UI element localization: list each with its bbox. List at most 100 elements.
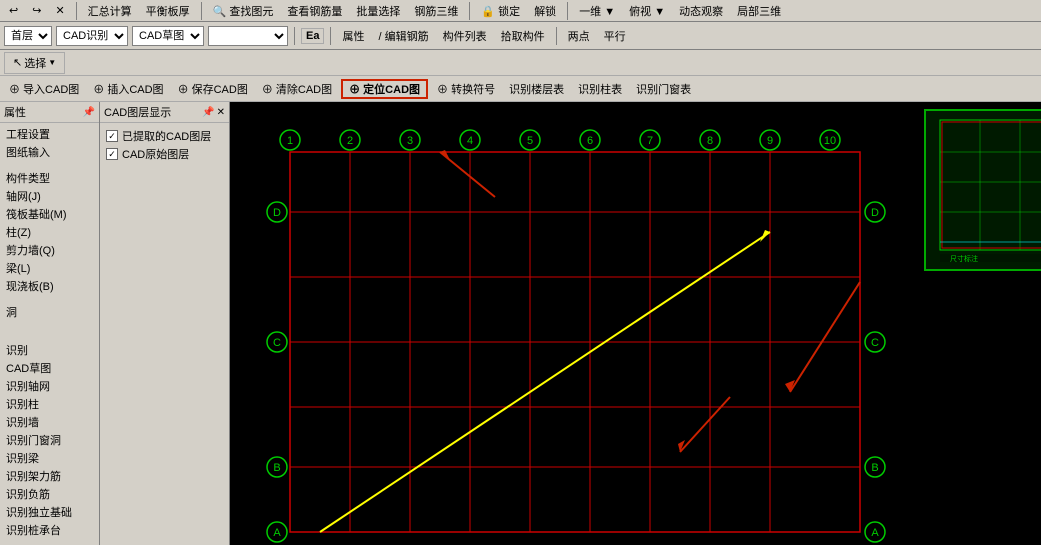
component-list-btn[interactable]: 构件列表 — [438, 26, 492, 46]
svg-text:B: B — [273, 462, 280, 474]
select-dropdown-icon: ▼ — [48, 58, 56, 67]
svg-text:尺寸标注: 尺寸标注 — [950, 254, 978, 263]
svg-text:10: 10 — [824, 135, 836, 147]
cad-sketch-item[interactable]: CAD草图 — [2, 359, 97, 377]
local-3d-btn[interactable]: 局部三维 — [732, 1, 786, 21]
cad-extracted-checkbox[interactable] — [106, 130, 118, 142]
svg-text:3: 3 — [407, 135, 413, 147]
top-toolbar: ↩ ↪ ✕ 汇总计算 平衡板厚 🔍 查找图元 查看钢筋量 批量选择 钢筋三维 🔒… — [0, 0, 1041, 22]
cad-original-layer[interactable]: CAD原始图层 — [104, 145, 225, 163]
two-point-btn[interactable]: 两点 — [563, 26, 595, 46]
svg-text:C: C — [871, 337, 879, 349]
shear-wall-item[interactable]: 剪力墙(Q) — [2, 241, 97, 259]
balance-btn[interactable]: 平衡板厚 — [141, 1, 195, 21]
svg-text:B: B — [871, 462, 878, 474]
identify-wall-item[interactable]: 识别墙 — [2, 413, 97, 431]
rebar-3d-btn[interactable]: 钢筋三维 — [409, 1, 463, 21]
svg-text:2: 2 — [347, 135, 353, 147]
parallel-btn[interactable]: 平行 — [599, 26, 631, 46]
pick-component-btn[interactable]: 拾取构件 — [496, 26, 550, 46]
left-panel-pin[interactable]: 📌 — [83, 107, 95, 118]
left-panel-header: 属性 📌 — [0, 102, 99, 123]
ea-label: Ea — [301, 28, 324, 44]
close-btn[interactable]: ✕ — [50, 2, 69, 19]
column-item[interactable]: 柱(Z) — [2, 223, 97, 241]
cad-extracted-layer[interactable]: 已提取的CAD图层 — [104, 127, 225, 145]
find-element-btn[interactable]: 🔍 查找图元 — [208, 1, 279, 21]
unlock-btn[interactable]: 解锁 — [529, 1, 561, 21]
batch-select-btn[interactable]: 批量选择 — [351, 1, 405, 21]
identify-neg-rebar-item[interactable]: 识别负筋 — [2, 485, 97, 503]
separator-7 — [556, 27, 557, 45]
main-area: 属性 📌 工程设置 图纸输入 构件类型 轴网(J) 筏板基础(M) 柱(Z) 剪… — [0, 102, 1041, 545]
view-rebar-btn[interactable]: 查看钢筋量 — [282, 1, 347, 21]
cad-layer-title: CAD图层显示 — [104, 104, 171, 120]
select-label: 选择 — [24, 55, 46, 71]
cad-layer-close[interactable]: ✕ — [217, 107, 225, 118]
redo-btn[interactable]: ↪ — [27, 2, 46, 19]
attribute-btn[interactable]: 属性 — [337, 26, 369, 46]
cad-layer-items: 已提取的CAD图层 CAD原始图层 — [100, 123, 229, 545]
view-top-btn[interactable]: 俯视 ▼ — [624, 1, 670, 21]
locate-cad-btn[interactable]: ⊕ 定位CAD图 — [341, 79, 428, 99]
svg-text:7: 7 — [647, 135, 653, 147]
svg-text:D: D — [273, 207, 281, 219]
component-type-item[interactable]: 构件类型 — [2, 169, 97, 187]
insert-cad-btn[interactable]: ⊕ 插入CAD图 — [88, 79, 168, 99]
canvas-area[interactable]: D D C C B B A A 1 — [230, 102, 1041, 545]
cad-layer-pin[interactable]: 📌 — [202, 107, 214, 118]
identify-window-btn[interactable]: 识别门窗表 — [631, 79, 696, 99]
identify-col-item[interactable]: 识别柱 — [2, 395, 97, 413]
cad-extracted-label: 已提取的CAD图层 — [122, 128, 211, 144]
svg-text:4: 4 — [467, 135, 473, 147]
left-panel-items: 工程设置 图纸输入 构件类型 轴网(J) 筏板基础(M) 柱(Z) 剪力墙(Q)… — [0, 123, 99, 545]
beam-item[interactable]: 梁(L) — [2, 259, 97, 277]
separator-6 — [330, 27, 331, 45]
cad-sketch-select[interactable]: CAD草图 — [132, 26, 204, 46]
edit-rebar-btn[interactable]: / 编辑钢筋 — [373, 26, 433, 46]
svg-text:A: A — [871, 527, 879, 539]
identify-beam-item[interactable]: 识别梁 — [2, 449, 97, 467]
slab-item[interactable]: 现浇板(B) — [2, 277, 97, 295]
identify-floor-btn[interactable]: 识别楼层表 — [504, 79, 569, 99]
floor-select[interactable]: 首层 — [4, 26, 52, 46]
identify-arch-rebar-item[interactable]: 识别架力筋 — [2, 467, 97, 485]
settings-item[interactable]: 工程设置 — [2, 125, 97, 143]
extra-select[interactable] — [208, 26, 288, 46]
separator-2 — [201, 2, 202, 20]
identify-door-item[interactable]: 识别门窗洞 — [2, 431, 97, 449]
import-cad-btn[interactable]: ⊕ 导入CAD图 — [4, 79, 84, 99]
cad-layer-header: CAD图层显示 📌 ✕ — [100, 102, 229, 123]
svg-text:D: D — [871, 207, 879, 219]
save-cad-btn[interactable]: ⊕ 保存CAD图 — [173, 79, 253, 99]
identify-axis-item[interactable]: 识别轴网 — [2, 377, 97, 395]
cad-original-checkbox[interactable] — [106, 148, 118, 160]
select-button[interactable]: ↖ 选择 ▼ — [4, 52, 65, 74]
undo-btn[interactable]: ↩ — [4, 2, 23, 19]
convert-symbol-btn[interactable]: ⊕ 转换符号 — [432, 79, 500, 99]
axis-grid-item[interactable]: 轴网(J) — [2, 187, 97, 205]
separator-5 — [294, 27, 295, 45]
svg-text:1: 1 — [287, 135, 293, 147]
select-icon: ↖ — [13, 56, 22, 69]
canvas-svg: D D C C B B A A 1 — [230, 102, 1041, 545]
dynamic-view-btn[interactable]: 动态观察 — [674, 1, 728, 21]
cad-original-label: CAD原始图层 — [122, 146, 189, 162]
identify-item[interactable]: 识别 — [2, 341, 97, 359]
identify-found-item[interactable]: 识别独立基础 — [2, 503, 97, 521]
svg-text:6: 6 — [587, 135, 593, 147]
cad-identify-select[interactable]: CAD识别 — [56, 26, 128, 46]
identify-column-btn[interactable]: 识别柱表 — [573, 79, 627, 99]
separator-1 — [76, 2, 77, 20]
clear-cad-btn[interactable]: ⊕ 清除CAD图 — [257, 79, 337, 99]
svg-text:C: C — [273, 337, 281, 349]
hole-item[interactable]: 洞 — [2, 303, 97, 321]
raft-found-item[interactable]: 筏板基础(M) — [2, 205, 97, 223]
1d-btn[interactable]: 一维 ▼ — [574, 1, 620, 21]
drawing-input-item[interactable]: 图纸输入 — [2, 143, 97, 161]
separator-4 — [567, 2, 568, 20]
cad-layer-panel: CAD图层显示 📌 ✕ 已提取的CAD图层 CAD原始图层 — [100, 102, 230, 545]
identify-pile-item[interactable]: 识别桩承台 — [2, 521, 97, 539]
summary-calc-btn[interactable]: 汇总计算 — [83, 1, 137, 21]
lock-btn[interactable]: 🔒 锁定 — [476, 1, 525, 21]
